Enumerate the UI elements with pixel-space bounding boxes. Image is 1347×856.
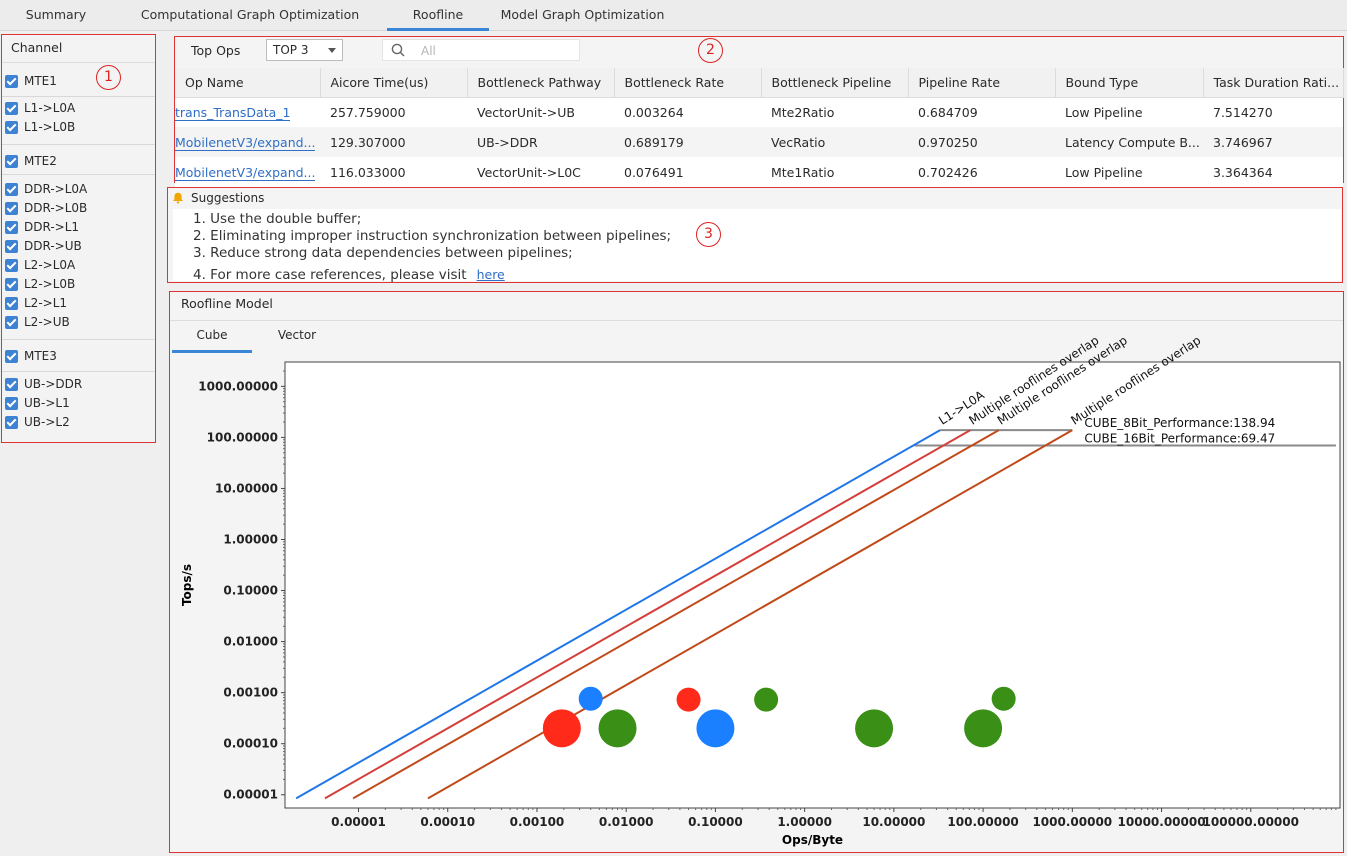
x-tick-label: 0.10000 [688,815,743,829]
ceiling-label: CUBE_16Bit_Performance:69.47 [1084,431,1275,445]
data-point [696,709,735,748]
y-tick-label: 10.00000 [215,481,278,495]
x-tick-label: 0.00001 [331,815,386,829]
roofline-chart: 0.00001 0.00010 0.00100 0.01000 0.10000 1.000… [180,333,1341,847]
data-point [964,709,1003,748]
y-tick-label: 0.00100 [223,686,278,700]
x-axis-label: Ops/Byte [782,833,843,847]
y-tick-label: 0.00001 [223,788,278,802]
data-point [754,687,779,712]
y-tick-label: 100.00000 [207,430,278,444]
y-tick-label: 1000.00000 [198,379,278,393]
x-tick-label: 100000.00000 [1203,815,1299,829]
x-tick-label: 10.00000 [862,815,925,829]
data-point [598,709,637,748]
data-point [542,709,581,748]
x-tick-label: 1000.00000 [1032,815,1112,829]
app-window: Summary Computational Graph Optimization… [0,0,1347,856]
data-point [578,686,603,711]
y-axis-label: Tops/s [180,564,194,606]
x-tick-label: 10000.00000 [1118,815,1206,829]
data-point [855,709,894,748]
y-tick-label: 0.00010 [223,737,278,751]
x-tick-label: 0.00100 [510,815,565,829]
ceiling-label: CUBE_8Bit_Performance:138.94 [1084,416,1275,430]
x-tick-label: 0.01000 [599,815,654,829]
x-tick-label: 0.00010 [420,815,475,829]
y-tick-label: 0.10000 [223,584,278,598]
x-tick-label: 1.00000 [777,815,832,829]
data-point [676,687,701,712]
x-tick-label: 100.00000 [947,815,1018,829]
data-point [991,686,1016,711]
y-tick-label: 0.01000 [223,635,278,649]
y-tick-label: 1.00000 [223,533,278,547]
